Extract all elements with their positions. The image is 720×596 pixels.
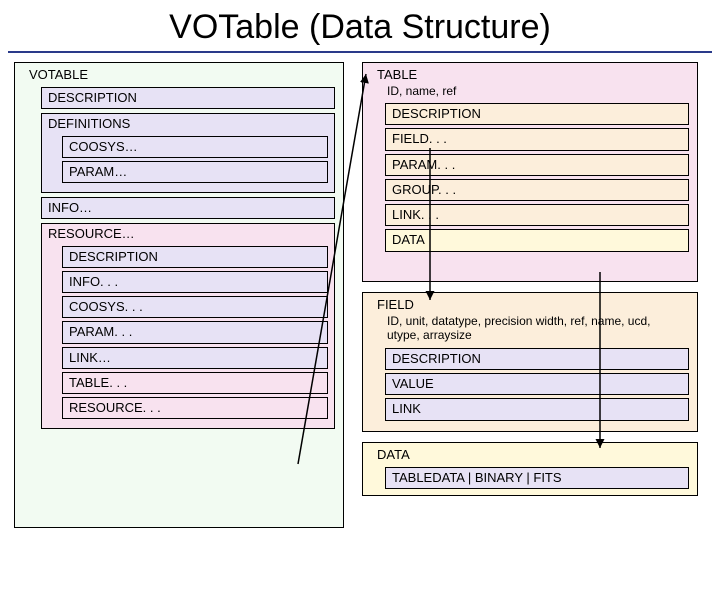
field-attrs: ID, unit, datatype, precision width, ref… xyxy=(371,314,689,345)
field-link: LINK xyxy=(385,398,689,420)
definitions-param: PARAM… xyxy=(62,161,328,183)
resource-coosys: COOSYS. . . xyxy=(62,296,328,318)
data-child: TABLEDATA | BINARY | FITS xyxy=(385,467,689,489)
votable-description: DESCRIPTION xyxy=(41,87,335,109)
field-box: FIELD ID, unit, datatype, precision widt… xyxy=(362,292,698,432)
resource-link: LINK… xyxy=(62,347,328,369)
resource-table: TABLE. . . xyxy=(62,372,328,394)
table-link: LINK. . . xyxy=(385,204,689,226)
votable-box: VOTABLE DESCRIPTION DEFINITIONS COOSYS… … xyxy=(14,62,344,528)
resource-description: DESCRIPTION xyxy=(62,246,328,268)
data-label: DATA xyxy=(371,445,689,464)
table-field: FIELD. . . xyxy=(385,128,689,150)
table-param: PARAM. . . xyxy=(385,154,689,176)
votable-info: INFO… xyxy=(41,197,335,219)
votable-label: VOTABLE xyxy=(23,65,335,84)
definitions-coosys: COOSYS… xyxy=(62,136,328,158)
field-value: VALUE xyxy=(385,373,689,395)
data-box: DATA TABLEDATA | BINARY | FITS xyxy=(362,442,698,496)
table-data: DATA xyxy=(385,229,689,251)
diagram-stage: VOTABLE DESCRIPTION DEFINITIONS COOSYS… … xyxy=(0,56,720,540)
resource-label: RESOURCE… xyxy=(48,226,328,242)
table-label: TABLE xyxy=(371,65,689,84)
table-description: DESCRIPTION xyxy=(385,103,689,125)
resource-resource: RESOURCE. . . xyxy=(62,397,328,419)
table-group: GROUP. . . xyxy=(385,179,689,201)
field-description: DESCRIPTION xyxy=(385,348,689,370)
definitions-label: DEFINITIONS xyxy=(48,116,328,132)
resource-param: PARAM. . . xyxy=(62,321,328,343)
page-title: VOTable (Data Structure) xyxy=(8,0,712,53)
table-attrs: ID, name, ref xyxy=(371,84,689,100)
table-box: TABLE ID, name, ref DESCRIPTION FIELD. .… xyxy=(362,62,698,282)
resource-box: RESOURCE… DESCRIPTION INFO. . . COOSYS. … xyxy=(41,223,335,429)
resource-info: INFO. . . xyxy=(62,271,328,293)
field-label: FIELD xyxy=(371,295,689,314)
definitions-box: DEFINITIONS COOSYS… PARAM… xyxy=(41,113,335,193)
